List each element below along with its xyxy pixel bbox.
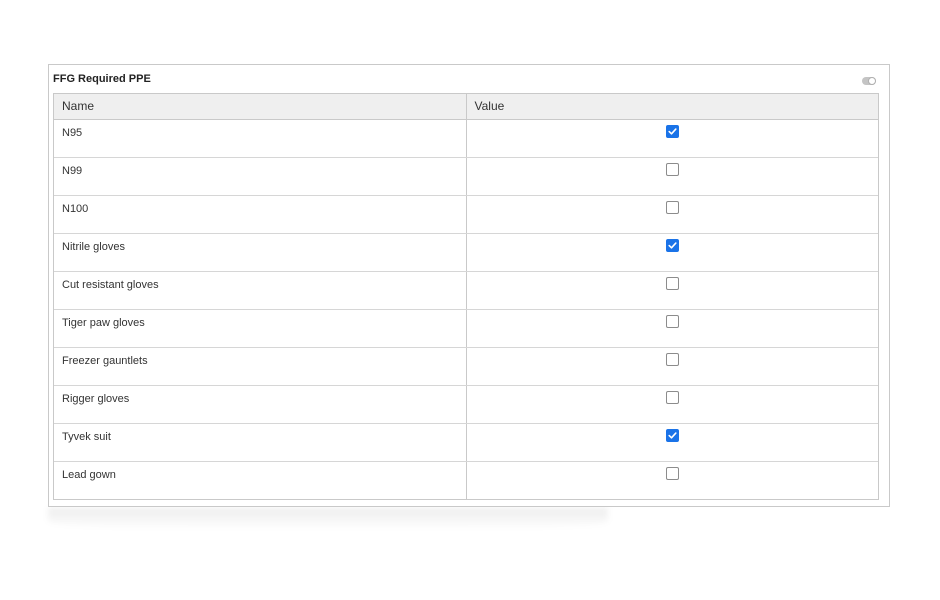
ppe-name-cell: N99 <box>54 157 467 196</box>
ppe-table: Name Value N95 N99 N100 Nitrile gloves Cut r… <box>54 94 878 499</box>
column-header-name[interactable]: Name <box>54 94 467 120</box>
toggle-knob <box>868 77 876 85</box>
table-row: Freezer gauntlets <box>54 347 878 386</box>
ppe-checkbox[interactable] <box>665 428 679 442</box>
ppe-checkbox[interactable] <box>665 276 679 290</box>
table-row: Lead gown <box>54 461 878 499</box>
ppe-name-cell: N100 <box>54 195 467 234</box>
ppe-value-cell <box>466 157 878 196</box>
ppe-name-cell: Lead gown <box>54 461 467 499</box>
checkmark-icon <box>667 127 677 135</box>
ppe-checkbox[interactable] <box>665 352 679 366</box>
table-row: N95 <box>54 119 878 158</box>
table-header-row: Name Value <box>54 94 878 120</box>
ppe-checkbox[interactable] <box>665 162 679 176</box>
panel-shadow <box>48 508 608 530</box>
panel-title: FFG Required PPE <box>53 73 151 85</box>
ppe-value-cell <box>466 271 878 310</box>
ppe-grid: Name Value N95 N99 N100 Nitrile gloves Cut r… <box>53 93 879 500</box>
ppe-name-cell: Tyvek suit <box>54 423 467 462</box>
toggle-switch-icon[interactable] <box>862 77 876 85</box>
ppe-value-cell <box>466 385 878 424</box>
ppe-name-cell: Nitrile gloves <box>54 233 467 272</box>
ppe-value-cell <box>466 461 878 499</box>
ppe-value-cell <box>466 119 878 158</box>
ppe-checkbox[interactable] <box>665 466 679 480</box>
ppe-name-cell: Rigger gloves <box>54 385 467 424</box>
ppe-name-cell: Cut resistant gloves <box>54 271 467 310</box>
ppe-checkbox[interactable] <box>665 314 679 328</box>
ppe-name-cell: Freezer gauntlets <box>54 347 467 386</box>
ppe-value-cell <box>466 309 878 348</box>
ppe-panel: FFG Required PPE Name Value N95 N99 N100 Ni… <box>48 64 890 507</box>
table-row: Cut resistant gloves <box>54 271 878 310</box>
column-header-value[interactable]: Value <box>466 94 878 120</box>
table-row: Nitrile gloves <box>54 233 878 272</box>
ppe-value-cell <box>466 347 878 386</box>
table-row: Tyvek suit <box>54 423 878 462</box>
ppe-checkbox[interactable] <box>665 200 679 214</box>
table-row: N100 <box>54 195 878 234</box>
table-body: N95 N99 N100 Nitrile gloves Cut resistant gl… <box>54 119 878 499</box>
ppe-checkbox[interactable] <box>665 238 679 252</box>
checkmark-icon <box>667 431 677 439</box>
table-row: Rigger gloves <box>54 385 878 424</box>
table-row: Tiger paw gloves <box>54 309 878 348</box>
ppe-value-cell <box>466 195 878 234</box>
ppe-checkbox[interactable] <box>665 124 679 138</box>
ppe-name-cell: N95 <box>54 119 467 158</box>
ppe-value-cell <box>466 423 878 462</box>
table-row: N99 <box>54 157 878 196</box>
ppe-name-cell: Tiger paw gloves <box>54 309 467 348</box>
ppe-checkbox[interactable] <box>665 390 679 404</box>
checkmark-icon <box>667 241 677 249</box>
ppe-value-cell <box>466 233 878 272</box>
